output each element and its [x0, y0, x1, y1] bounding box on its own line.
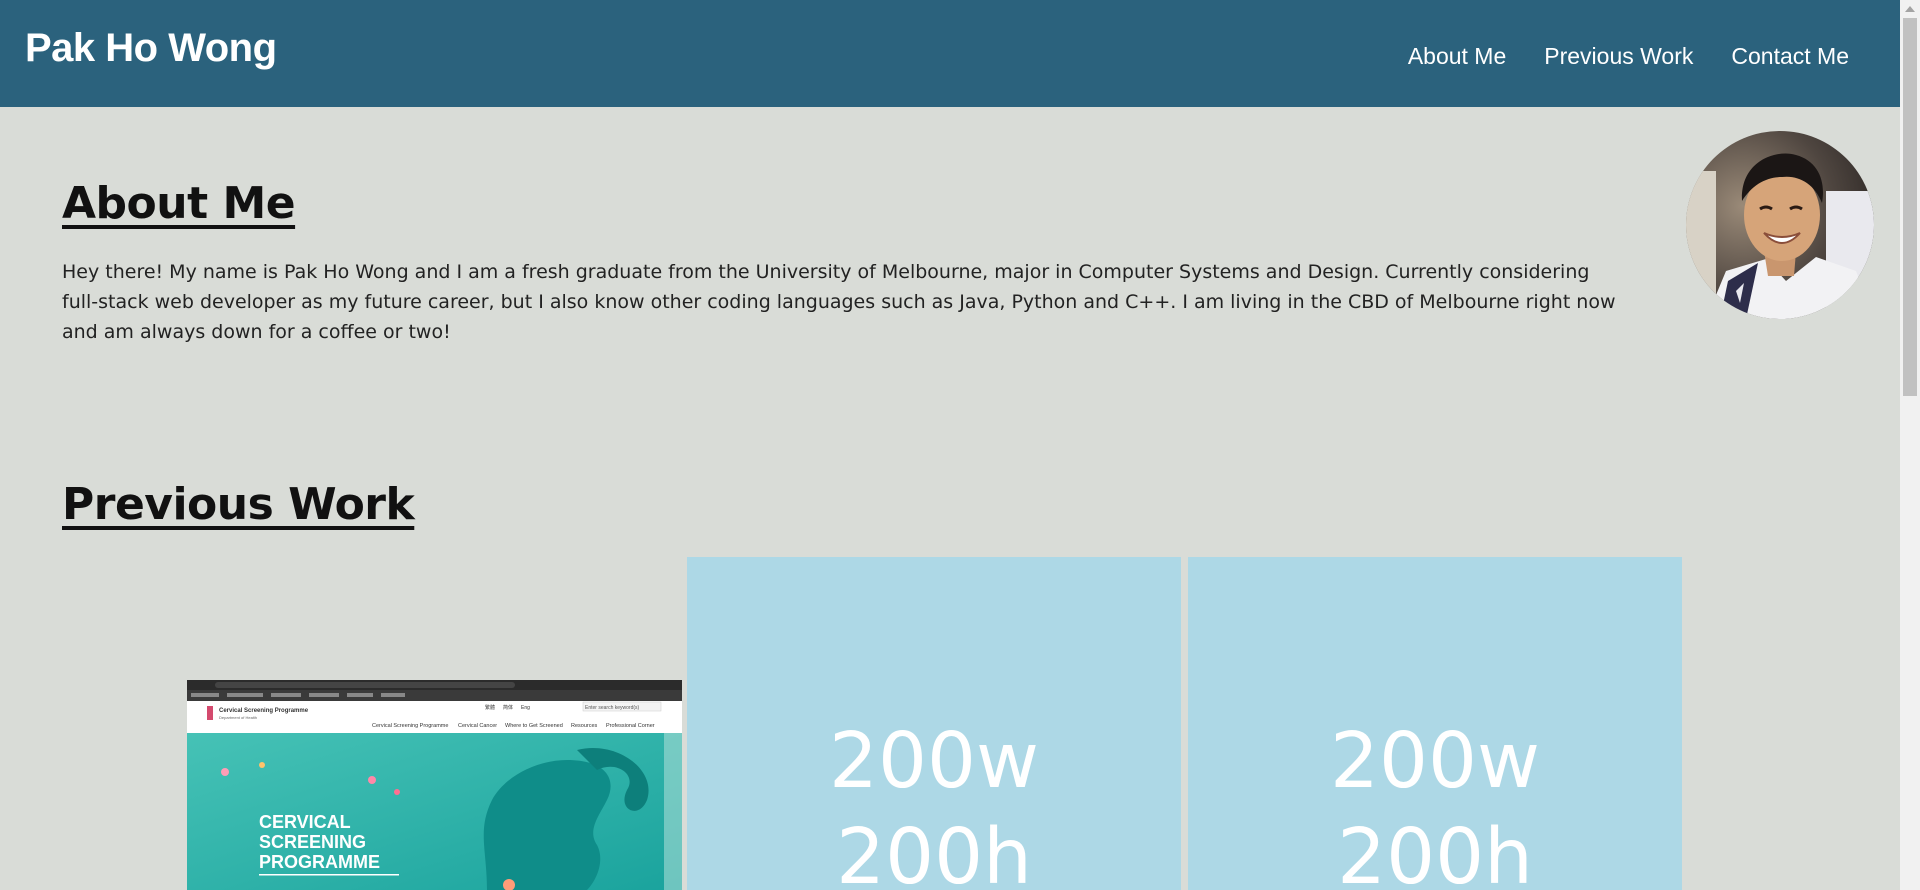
site-menu-item: Resources: [571, 723, 598, 729]
nav-link-contact-me[interactable]: Contact Me: [1731, 43, 1849, 70]
profile-avatar: [1686, 131, 1874, 319]
nav-link-about-me[interactable]: About Me: [1408, 43, 1506, 70]
nav-link-previous-work[interactable]: Previous Work: [1544, 43, 1693, 70]
placeholder-height-text: 200h: [1337, 813, 1533, 890]
site-hero-line: CERVICAL: [259, 812, 351, 832]
site-menu-item: Where to Get Screened: [505, 723, 563, 729]
nav-links: About Me Previous Work Contact Me: [1408, 43, 1849, 70]
work-item-placeholder[interactable]: 200w 200h: [687, 557, 1181, 890]
site-menu-item: Cervical Cancer: [458, 723, 497, 729]
site-header-title: Cervical Screening Programme: [219, 708, 309, 714]
top-navbar: Pak Ho Wong About Me Previous Work Conta…: [0, 0, 1900, 107]
site-brand[interactable]: Pak Ho Wong: [25, 26, 277, 71]
about-me-text: Hey there! My name is Pak Ho Wong and I …: [62, 261, 1616, 343]
site-hero-line: SCREENING: [259, 832, 366, 852]
work-item-placeholder[interactable]: 200w 200h: [1188, 557, 1682, 890]
work-item-cervical-screening[interactable]: Cervical Screening Programme Department …: [187, 680, 682, 890]
site-menu-item: Cervical Screening Programme: [372, 723, 448, 729]
site-search-placeholder: Enter search keyword(s): [585, 705, 640, 711]
site-header-subtitle: Department of Health: [219, 715, 257, 720]
placeholder-height-text: 200h: [836, 813, 1032, 890]
site-lang-link: 简体: [503, 704, 513, 711]
scrollbar-thumb[interactable]: [1903, 18, 1917, 396]
site-menu-item: Professional Corner: [606, 723, 655, 729]
placeholder-width-text: 200w: [1330, 717, 1540, 806]
site-lang-link: 繁體: [485, 704, 495, 711]
scroll-up-arrow-icon[interactable]: [1905, 6, 1915, 12]
placeholder-width-text: 200w: [829, 717, 1039, 806]
previous-work-heading: Previous Work: [62, 479, 415, 530]
vertical-scrollbar[interactable]: [1900, 0, 1920, 890]
about-me-heading: About Me: [62, 178, 296, 229]
site-hero-line: PROGRAMME: [259, 852, 380, 872]
site-lang-link: Eng: [521, 705, 530, 711]
